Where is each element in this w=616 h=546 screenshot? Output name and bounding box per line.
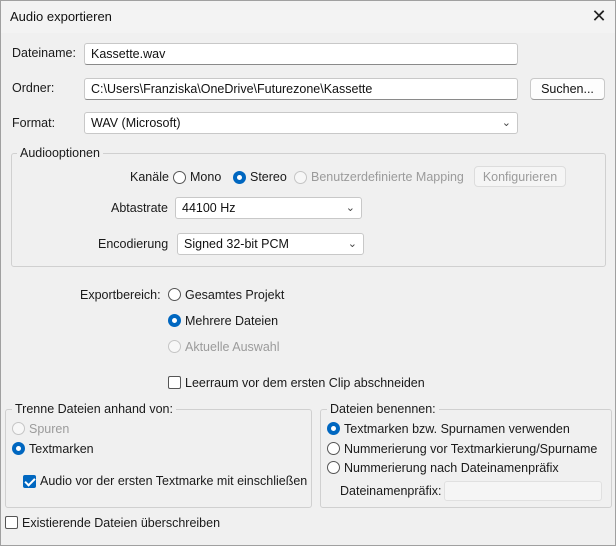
sample-rate-value: 44100 Hz	[182, 201, 236, 215]
filename-prefix-label: Dateinamenpräfix:	[340, 484, 442, 498]
close-icon[interactable]: ✕	[588, 6, 610, 26]
chevron-down-icon: ⌄	[501, 117, 511, 129]
encoding-select[interactable]: Signed 32-bit PCM ⌄	[177, 233, 364, 255]
number-before-label-label: Nummerierung vor Textmarkierung/Spurname	[344, 442, 598, 456]
filename-label: Dateiname:	[12, 46, 76, 60]
export-range-label: Exportbereich:	[80, 288, 161, 302]
audio-options-title: Audiooptionen	[17, 146, 103, 160]
format-value: WAV (Microsoft)	[91, 116, 181, 130]
trim-leading-silence-checkbox[interactable]	[168, 376, 181, 389]
split-labels-label: Textmarken	[29, 442, 94, 456]
radio-split-labels[interactable]	[12, 442, 25, 455]
folder-input[interactable]: C:\Users\Franziska\OneDrive\Futurezone\K…	[84, 78, 518, 100]
mono-label: Mono	[190, 170, 222, 184]
radio-multiple-files[interactable]	[168, 314, 181, 327]
sample-rate-label: Abtastrate	[111, 201, 168, 215]
window-title: Audio exportieren	[10, 9, 112, 24]
overwrite-existing-checkbox[interactable]	[5, 516, 18, 529]
whole-project-label: Gesamtes Projekt	[185, 288, 285, 302]
chevron-down-icon: ⌄	[345, 202, 355, 214]
channels-label: Kanäle	[130, 170, 169, 184]
number-after-prefix-label: Nummerierung nach Dateinamenpräfix	[344, 461, 559, 475]
radio-number-after-prefix[interactable]	[327, 461, 340, 474]
split-group-title: Trenne Dateien anhand von:	[12, 402, 176, 416]
encoding-value: Signed 32-bit PCM	[184, 237, 289, 251]
use-label-names-label: Textmarken bzw. Spurnamen verwenden	[344, 422, 570, 436]
sample-rate-select[interactable]: 44100 Hz ⌄	[175, 197, 362, 219]
include-audio-before-first-label-checkbox[interactable]	[23, 475, 36, 488]
radio-split-tracks[interactable]	[12, 422, 25, 435]
naming-group-title: Dateien benennen:	[327, 402, 439, 416]
filename-prefix-input[interactable]	[444, 481, 602, 501]
overwrite-existing-label: Existierende Dateien überschreiben	[22, 516, 221, 530]
radio-mono[interactable]	[173, 171, 186, 184]
filename-input[interactable]: Kassette.wav	[84, 43, 518, 65]
multiple-files-label: Mehrere Dateien	[185, 314, 279, 328]
browse-button[interactable]: Suchen...	[530, 78, 605, 100]
radio-number-before-label[interactable]	[327, 442, 340, 455]
custom-mapping-label: Benutzerdefinierte Mapping	[311, 170, 464, 184]
stereo-label: Stereo	[250, 170, 287, 184]
include-audio-before-first-label-label: Audio vor der ersten Textmarke mit einsc…	[40, 474, 308, 488]
radio-current-selection[interactable]	[168, 340, 181, 353]
radio-custom-mapping[interactable]	[294, 171, 307, 184]
radio-stereo[interactable]	[233, 171, 246, 184]
split-tracks-label: Spuren	[29, 422, 70, 436]
current-selection-label: Aktuelle Auswahl	[185, 340, 280, 354]
trim-leading-silence-label: Leerraum vor dem ersten Clip abschneiden	[185, 376, 425, 390]
folder-label: Ordner:	[12, 81, 55, 95]
encoding-label: Encodierung	[98, 237, 169, 251]
radio-whole-project[interactable]	[168, 288, 181, 301]
format-label: Format:	[12, 116, 56, 130]
chevron-down-icon: ⌄	[347, 238, 357, 250]
radio-use-label-names[interactable]	[327, 422, 340, 435]
configure-button[interactable]: Konfigurieren	[474, 166, 566, 187]
format-select[interactable]: WAV (Microsoft) ⌄	[84, 112, 518, 134]
